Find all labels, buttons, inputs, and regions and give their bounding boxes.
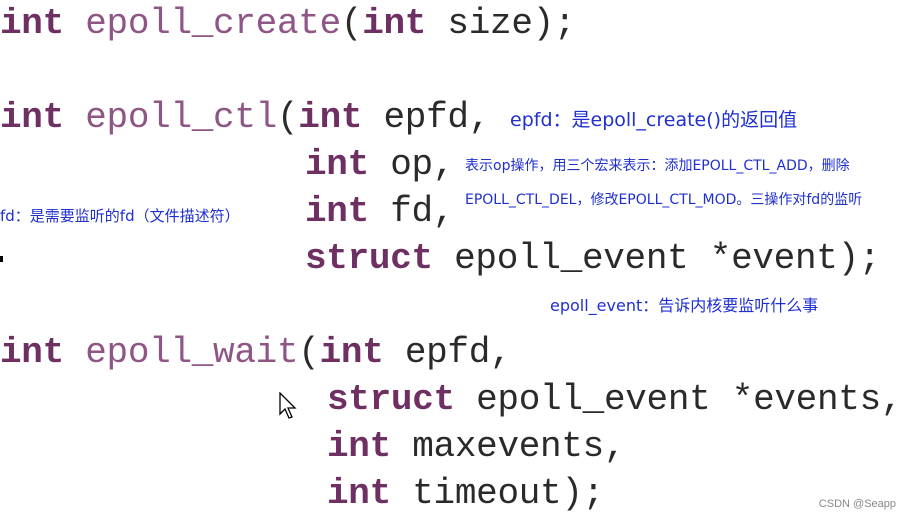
function-name: epoll_wait	[85, 332, 299, 373]
code-text: (	[340, 3, 363, 44]
code-line-event: struct epoll_event *event);	[305, 238, 881, 279]
code-text: (	[298, 332, 320, 373]
code-text: timeout);	[390, 473, 604, 514]
code-line-events: struct epoll_event *events,	[327, 379, 903, 420]
code-line-op: int op,	[305, 145, 454, 185]
keyword: int	[305, 191, 369, 232]
code-text: (	[276, 97, 299, 138]
code-line-maxevents: int maxevents,	[327, 426, 626, 467]
keyword: int	[0, 3, 64, 44]
function-name: epoll_create	[85, 3, 341, 44]
op-annotation-line1: 表示op操作，用三个宏来表示：添加EPOLL_CTL_ADD，删除	[465, 158, 850, 174]
keyword: int	[0, 97, 64, 138]
keyword: int	[305, 144, 369, 185]
code-line-epoll-ctl: int epoll_ctl(int epfd,	[0, 98, 490, 138]
function-name: epoll_ctl	[85, 97, 277, 138]
keyword: int	[0, 332, 64, 373]
code-text: epfd,	[362, 97, 491, 138]
keyword: int	[298, 97, 363, 138]
watermark: CSDN @Seapp	[818, 498, 896, 510]
keyword: int	[327, 473, 391, 514]
keyword: int	[319, 332, 384, 373]
code-text: epoll_event *events,	[454, 379, 903, 420]
epfd-annotation: epfd：是epoll_create()的返回值	[510, 109, 798, 131]
mouse-cursor-icon	[279, 391, 297, 425]
code-line-epoll-create: int epoll_create(int size);	[0, 3, 576, 44]
code-text: epfd,	[383, 332, 512, 373]
code-text: epoll_event *event);	[432, 238, 881, 279]
code-line-fd: int fd,	[305, 192, 454, 232]
code-line-timeout: int timeout);	[327, 474, 604, 514]
code-text: size);	[426, 3, 576, 44]
keyword: int	[327, 426, 391, 467]
code-text: fd,	[368, 191, 455, 232]
code-text: op,	[368, 144, 455, 185]
fd-annotation: fd：是需要监听的fd（文件描述符）	[0, 207, 240, 225]
keyword: struct	[305, 238, 433, 279]
op-annotation-line2: EPOLL_CTL_DEL，修改EPOLL_CTL_MOD。三操作对fd的监听	[465, 192, 863, 208]
text-marker	[0, 256, 3, 262]
keyword: struct	[327, 379, 455, 420]
code-text: maxevents,	[390, 426, 626, 467]
code-line-epoll-wait: int epoll_wait(int epfd,	[0, 332, 512, 373]
keyword: int	[362, 3, 427, 44]
epoll-event-annotation: epoll_event：告诉内核要监听什么事	[550, 296, 819, 315]
